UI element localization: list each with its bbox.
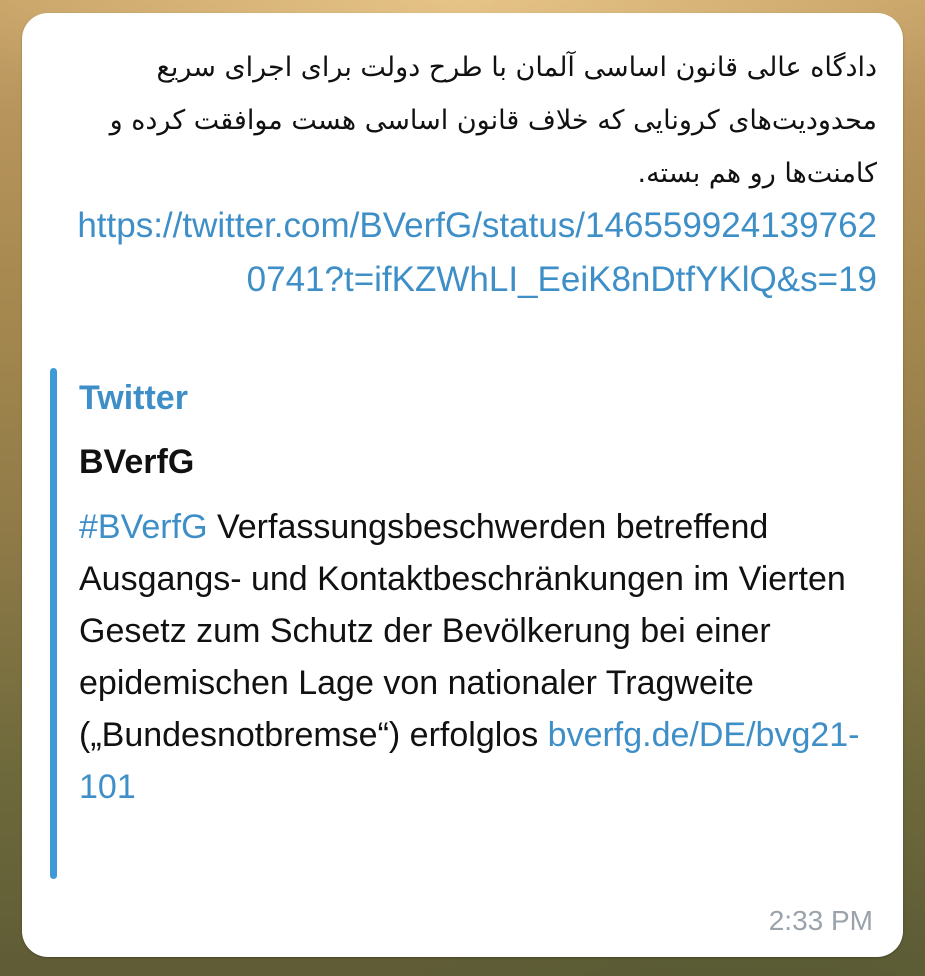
preview-description: #BVerfG Verfassungsbeschwerden betreffen… — [79, 501, 879, 813]
tweet-link[interactable]: https://twitter.com/BVerfG/status/146559… — [62, 199, 877, 307]
link-preview[interactable]: Twitter BVerfG #BVerfG Verfassungsbeschw… — [50, 368, 880, 879]
preview-hashtag[interactable]: #BVerfG — [79, 508, 208, 546]
preview-title: BVerfG — [79, 443, 195, 481]
message-timestamp: 2:33 PM — [768, 905, 873, 936]
message-text: دادگاه عالی قانون اساسی آلمان با طرح دول… — [109, 52, 877, 189]
preview-accent-bar — [50, 368, 57, 879]
message-bubble[interactable]: دادگاه عالی قانون اساسی آلمان با طرح دول… — [22, 13, 903, 957]
preview-site-name: Twitter — [79, 379, 188, 417]
